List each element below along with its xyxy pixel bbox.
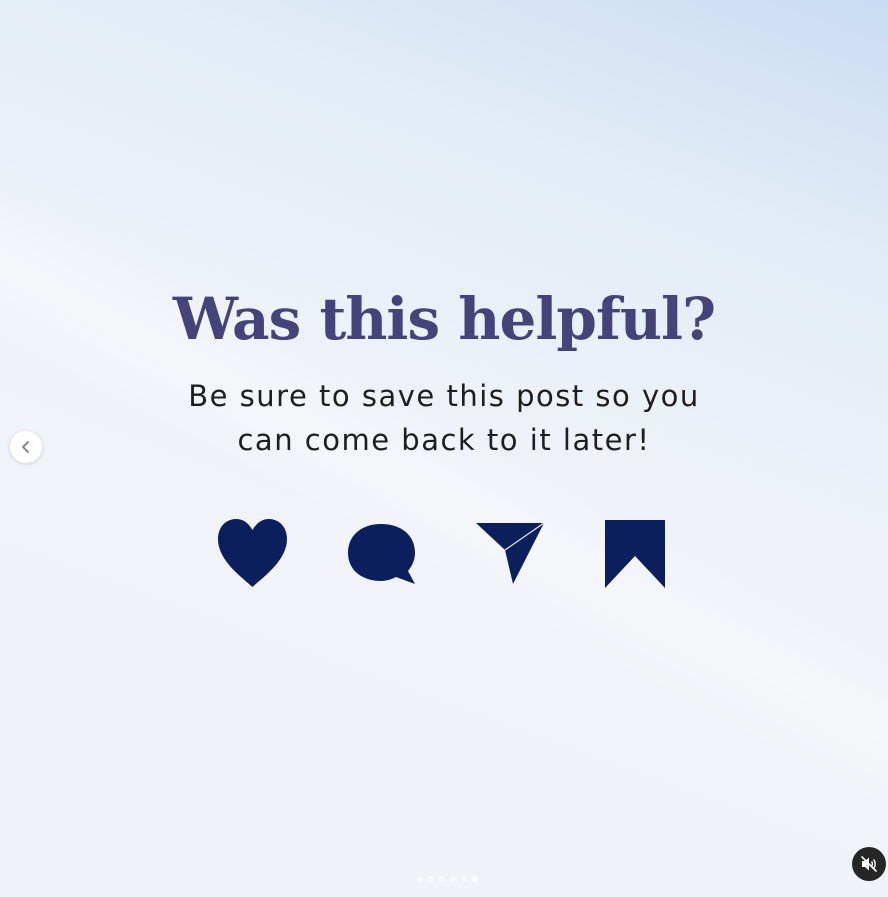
previous-slide-button[interactable]	[10, 431, 42, 463]
carousel-dot-active	[472, 876, 478, 882]
carousel-dot	[450, 876, 456, 882]
background-streak	[0, 120, 888, 807]
carousel-indicator	[417, 876, 478, 882]
carousel-dot	[461, 876, 467, 882]
carousel-slide: Was this helpful? Be sure to save this p…	[0, 0, 888, 897]
chevron-left-icon	[22, 441, 29, 453]
slide-subtext: Be sure to save this post so you can com…	[0, 374, 888, 462]
slide-headline: Was this helpful?	[172, 285, 716, 353]
comment-icon	[348, 524, 415, 584]
subtext-line-2: can come back to it later!	[237, 423, 651, 457]
speaker-muted-icon	[861, 856, 877, 872]
subtext-line-1: Be sure to save this post so you	[188, 379, 700, 413]
carousel-dot	[428, 876, 434, 882]
heart-icon	[218, 519, 287, 587]
bookmark-icon	[605, 520, 665, 588]
audio-toggle-button[interactable]	[852, 847, 886, 881]
carousel-dot	[439, 876, 445, 882]
carousel-dot	[417, 876, 423, 882]
share-icon	[476, 522, 545, 584]
engagement-icons	[0, 518, 888, 590]
